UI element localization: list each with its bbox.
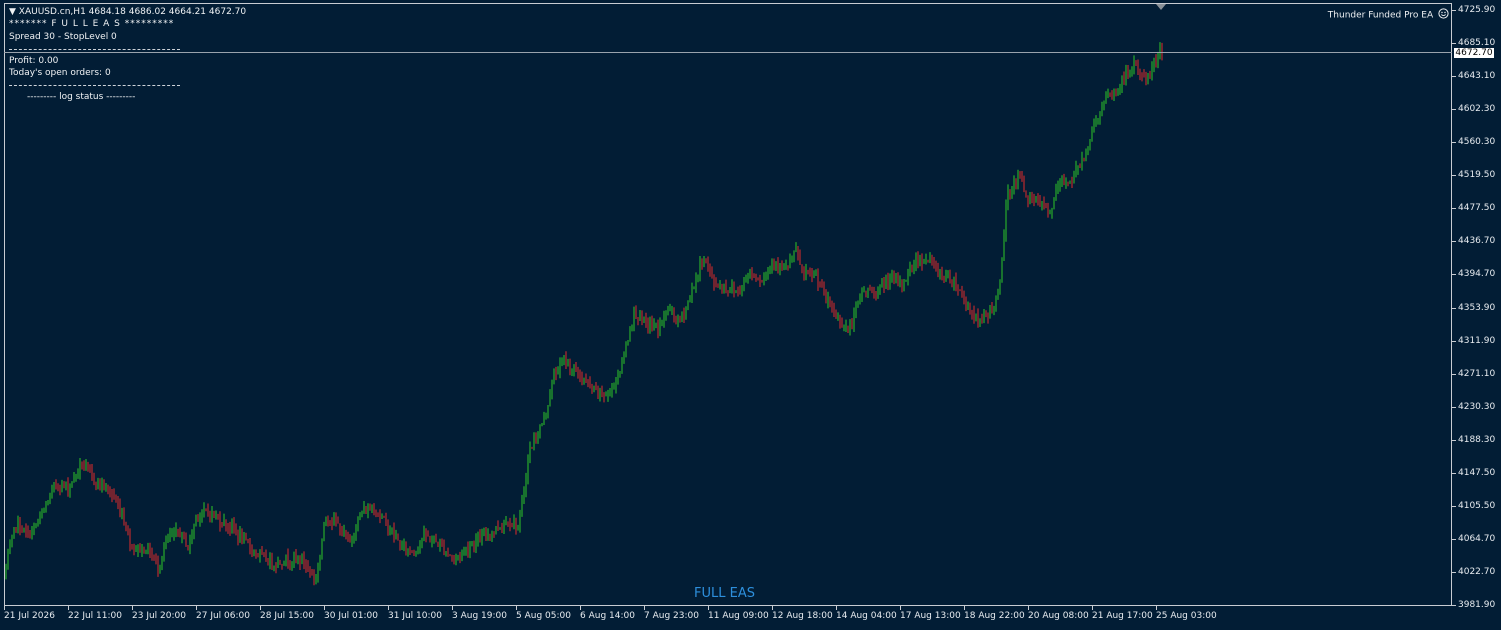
price-tick-mark [1452,10,1456,11]
price-tick-label: 4022.70 [1458,566,1496,577]
time-tick-label: 14 Aug 04:00 [836,611,897,621]
ea-name-text: Thunder Funded Pro EA [1327,10,1434,21]
time-tick-label: 12 Aug 18:00 [772,611,833,621]
time-tick-mark [772,606,773,610]
price-tick-mark [1452,605,1456,606]
time-tick-mark [196,606,197,610]
time-tick-mark [388,606,389,610]
full-eas-banner: ******* F U L L E A S ********* [9,19,175,29]
price-tick-label: 4560.30 [1458,137,1496,148]
time-tick-mark [644,606,645,610]
price-tick-mark [1452,505,1456,507]
price-tick-mark [1452,538,1456,540]
time-tick-label: 21 Aug 17:00 [1092,611,1153,621]
price-tick-mark [1452,109,1456,111]
price-tick-label: 4519.50 [1458,170,1496,181]
price-tick-mark [1452,340,1456,342]
time-tick-mark [836,606,837,610]
time-tick-label: 28 Jul 15:00 [260,611,314,621]
time-tick-mark [900,606,901,610]
time-tick-mark [260,606,261,610]
price-tick-label: 4230.30 [1458,401,1496,412]
time-tick-mark [708,606,709,610]
smiley-icon [1438,8,1449,22]
price-tick-mark [1452,274,1456,276]
time-tick-mark [964,606,965,610]
price-tick-label: 4602.30 [1458,104,1496,115]
chart-shift-marker[interactable] [1156,4,1166,10]
time-tick-label: 30 Jul 01:00 [324,611,378,621]
log-status-text: --------- log status --------- [27,92,136,102]
spread-stoplevel-text: Spread 30 - StopLevel 0 [9,32,117,42]
price-tick-mark [1452,571,1456,573]
ea-name-label[interactable]: Thunder Funded Pro EA [1328,8,1449,22]
price-tick-label: 4353.90 [1458,302,1496,313]
price-tick-mark [1452,307,1456,309]
time-tick-mark [4,606,5,610]
price-tick-mark [1452,241,1456,243]
price-tick-label: 4188.30 [1458,434,1496,445]
time-tick-label: 20 Aug 08:00 [1028,611,1089,621]
time-tick-mark [132,606,133,610]
time-tick-mark [324,606,325,610]
price-tick-label: 4271.10 [1458,368,1496,379]
time-tick-label: 7 Aug 23:00 [644,611,699,621]
divider-1 [9,49,180,50]
price-tick-label: 4311.90 [1458,335,1496,346]
time-tick-mark [452,606,453,610]
symbol-ohlc-header: ▼ XAUUSD.cn,H1 4684.18 4686.02 4664.21 4… [9,7,247,17]
price-tick-label: 4725.90 [1458,5,1496,15]
open-orders-text: Today's open orders: 0 [9,68,111,78]
time-axis[interactable]: 21 Jul 2026 22 Jul 11:00 23 Jul 20:00 27 Ju… [0,606,1452,630]
price-tick-label: 4064.70 [1458,533,1496,544]
time-tick-label: 3 Aug 19:00 [452,611,507,621]
price-tick-mark [1452,472,1456,474]
watermark-text: FULL EAS [694,586,755,601]
price-tick-label: 4643.10 [1458,71,1496,82]
price-axis[interactable]: 4725.90 4685.10 4643.10 4602.30 4560.30 4519.… [1452,0,1501,630]
time-tick-mark [1156,606,1157,610]
time-tick-mark [68,606,69,610]
time-tick-label: 23 Jul 20:00 [132,611,186,621]
price-chart-area[interactable] [4,3,1452,606]
time-tick-label: 18 Aug 22:00 [964,611,1025,621]
price-tick-label: 4685.10 [1458,38,1496,49]
price-tick-label: 4477.50 [1458,203,1496,214]
chart-window[interactable]: ▼ XAUUSD.cn,H1 4684.18 4686.02 4664.21 4… [0,0,1501,630]
price-tick-mark [1452,76,1456,78]
divider-2 [9,85,180,86]
time-tick-mark [580,606,581,610]
time-tick-label: 31 Jul 10:00 [388,611,442,621]
time-tick-label: 6 Aug 14:00 [580,611,635,621]
price-tick-label: 4147.50 [1458,467,1496,478]
price-tick-mark [1452,43,1456,45]
price-tick-label: 4394.70 [1458,269,1496,280]
time-tick-label: 27 Jul 06:00 [196,611,250,621]
price-tick-mark [1452,406,1456,408]
price-tick-mark [1452,142,1456,144]
price-tick-label: 4436.70 [1458,236,1496,247]
time-tick-mark [1028,606,1029,610]
price-tick-mark [1452,373,1456,375]
time-tick-label: 11 Aug 09:00 [708,611,769,621]
price-tick-label: 3981.90 [1458,600,1496,610]
price-tick-mark [1452,175,1456,177]
time-tick-label: 17 Aug 13:00 [900,611,961,621]
price-tick-label: 4105.50 [1458,500,1496,511]
time-tick-label: 5 Aug 05:00 [516,611,571,621]
time-tick-label: 21 Jul 2026 [4,611,55,621]
profit-text: Profit: 0.00 [9,56,59,66]
candlestick-series [5,42,1163,586]
time-tick-mark [1092,606,1093,610]
time-tick-label: 22 Jul 11:00 [68,611,122,621]
time-tick-label: 25 Aug 03:00 [1156,611,1217,621]
price-tick-mark [1452,208,1456,210]
time-tick-mark [516,606,517,610]
price-tick-mark [1452,439,1456,441]
current-price-line [4,52,1452,54]
